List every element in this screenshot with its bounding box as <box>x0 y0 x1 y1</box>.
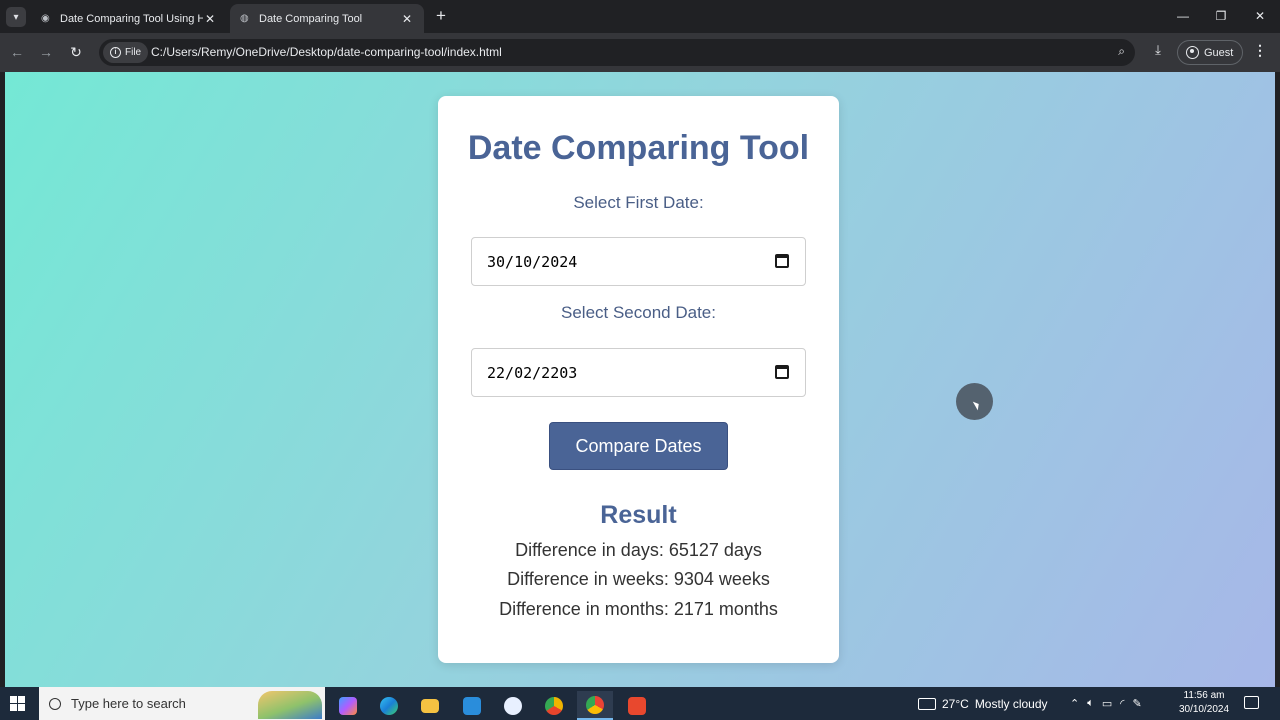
result-days: Difference in days: 65127 days <box>515 540 762 560</box>
date-tool-card: Date Comparing Tool Select First Date: 3… <box>438 96 839 663</box>
chrome-icon[interactable] <box>577 691 613 720</box>
download-icon[interactable]: ⤓ <box>1149 42 1167 60</box>
weather-widget[interactable]: 27°C Mostly cloudy <box>918 687 1048 720</box>
url-text[interactable]: C:/Users/Remy/OneDrive/Desktop/date-comp… <box>151 45 502 59</box>
search-highlight-image <box>258 691 322 719</box>
edge-icon[interactable] <box>371 691 407 720</box>
clock-time: 11:56 am <box>1183 690 1225 701</box>
info-icon: i <box>110 47 121 58</box>
profile-label: Guest <box>1204 46 1234 59</box>
close-tab-icon[interactable]: ✕ <box>203 12 217 26</box>
globe-icon: ◍ <box>240 12 249 24</box>
wifi-icon[interactable]: ◜ <box>1120 697 1124 710</box>
result-months: Difference in months: 2171 months <box>499 599 778 619</box>
minimize-icon[interactable]: — <box>1173 6 1193 26</box>
site-info-chip[interactable]: i File <box>103 42 149 63</box>
page-viewport: Date Comparing Tool Select First Date: 3… <box>5 72 1275 687</box>
chevron-up-icon[interactable]: ⌃ <box>1070 697 1079 710</box>
browser-tab-strip: ▾ ◉ Date Comparing Tool Using HTML ✕ ◍ D… <box>0 0 1280 33</box>
file-explorer-icon[interactable] <box>412 691 448 720</box>
taskbar-search-placeholder: Type here to search <box>71 696 186 711</box>
forward-arrow-icon[interactable]: → <box>36 42 56 62</box>
tab-search-button[interactable]: ▾ <box>6 7 26 27</box>
windows-taskbar: Type here to search 27°C Mostly cloudy ⌃… <box>0 687 1280 720</box>
calendar-icon[interactable] <box>775 365 789 379</box>
window-border-right <box>1275 72 1280 687</box>
restore-icon[interactable]: ❐ <box>1211 6 1231 26</box>
close-window-icon[interactable]: ✕ <box>1250 6 1270 26</box>
app-store-icon[interactable] <box>495 691 531 720</box>
tab-title: Date Comparing Tool <box>259 12 363 25</box>
second-date-label: Select Second Date: <box>561 303 716 322</box>
weather-condition: Mostly cloudy <box>974 696 1048 711</box>
weather-temperature: 27°C <box>942 696 969 711</box>
search-icon <box>49 697 61 710</box>
tab-date-comparing-tool-html[interactable]: ◉ Date Comparing Tool Using HTML ✕ <box>31 4 227 33</box>
page-title: Date Comparing Tool <box>467 129 810 167</box>
back-arrow-icon[interactable]: ← <box>7 42 27 62</box>
new-tab-plus-icon[interactable]: + <box>432 7 450 25</box>
copilot-icon[interactable] <box>330 691 366 720</box>
chrome-canary-icon[interactable] <box>536 691 572 720</box>
reload-icon[interactable]: ↻ <box>66 42 86 62</box>
first-date-value: 30/10/2024 <box>487 253 578 271</box>
scheme-label: File <box>125 47 142 58</box>
first-date-label: Select First Date: <box>573 193 704 212</box>
volume-icon[interactable]: 🔈︎ <box>1087 697 1094 710</box>
result-weeks: Difference in weeks: 9304 weeks <box>507 569 770 589</box>
pen-icon[interactable]: ✎ <box>1133 697 1142 710</box>
result-heading: Result <box>600 501 677 529</box>
vscode-icon[interactable] <box>454 691 490 720</box>
close-tab-icon[interactable]: ✕ <box>400 12 414 26</box>
taskbar-clock[interactable]: 11:56 am 30/10/2024 <box>1172 689 1236 717</box>
compare-dates-button[interactable]: Compare Dates <box>549 422 728 470</box>
system-tray: ⌃ 🔈︎ ▭ ◜ ✎ <box>1070 687 1142 720</box>
zoom-magnifier-icon[interactable]: ⌕ <box>1118 44 1125 59</box>
clock-date: 30/10/2024 <box>1178 704 1230 715</box>
notification-center-icon[interactable] <box>1244 696 1259 709</box>
second-date-input[interactable]: 22/02/2203 <box>471 348 806 397</box>
windows-start-icon[interactable] <box>10 696 25 711</box>
weather-news-icon <box>918 697 936 710</box>
tab-date-comparing-tool[interactable]: ◍ Date Comparing Tool ✕ <box>230 4 424 33</box>
browser-toolbar: ← → ↻ i File C:/Users/Remy/OneDrive/Desk… <box>0 33 1280 72</box>
tab-title: Date Comparing Tool Using HTML <box>60 12 203 25</box>
page-favicon-icon: ◉ <box>41 12 50 24</box>
calendar-icon[interactable] <box>775 254 789 268</box>
screen-recorder-icon[interactable] <box>619 691 655 720</box>
first-date-input[interactable]: 30/10/2024 <box>471 237 806 286</box>
second-date-value: 22/02/2203 <box>487 364 578 382</box>
profile-button[interactable]: Guest <box>1177 40 1243 65</box>
battery-icon[interactable]: ▭ <box>1102 697 1112 710</box>
profile-avatar-icon <box>1186 46 1199 59</box>
more-menu-icon[interactable]: ⋮ <box>1252 42 1268 60</box>
address-bar[interactable]: i File C:/Users/Remy/OneDrive/Desktop/da… <box>99 39 1135 66</box>
